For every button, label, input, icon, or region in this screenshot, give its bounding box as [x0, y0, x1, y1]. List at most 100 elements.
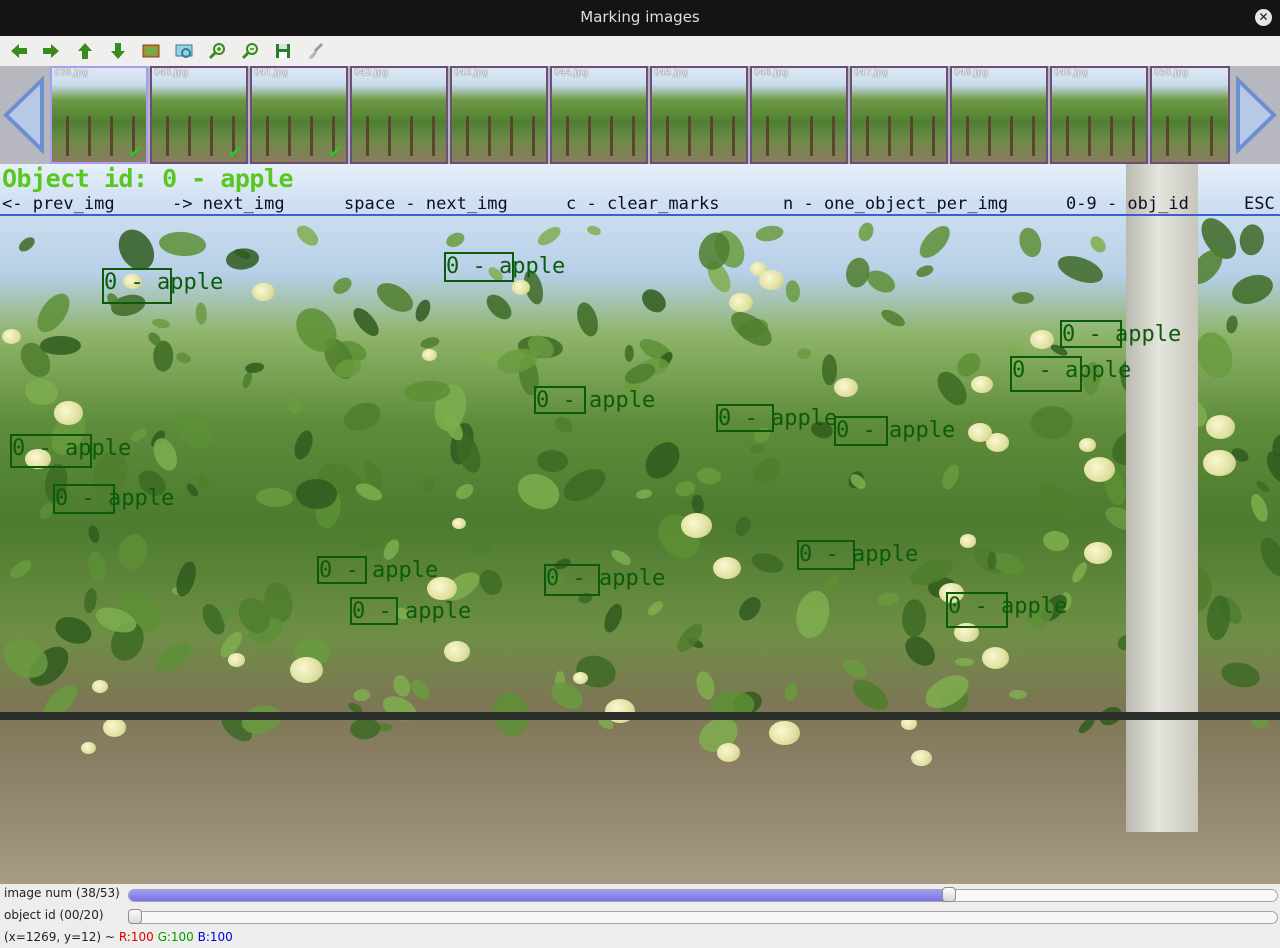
leaf: [412, 297, 433, 324]
apple-fruit: [834, 378, 858, 398]
thumbnail[interactable]: 049.jpg: [1050, 66, 1148, 164]
leaf: [822, 354, 838, 385]
next-thumbnails-arrow-icon[interactable]: [1230, 66, 1280, 164]
annotation-label: 0 - apple: [104, 270, 224, 295]
hint-obj-id: 0-9 - obj_id: [1066, 194, 1189, 214]
thumbnail[interactable]: 043.jpg: [450, 66, 548, 164]
pixel-green-value: G:100: [157, 930, 194, 944]
status-bar: (x=1269, y=12) ~ R:100 G:100 B:100: [4, 930, 233, 944]
prev-thumbnails-arrow-icon[interactable]: [0, 66, 50, 164]
thumbnail-filename: 046.jpg: [754, 68, 789, 78]
thumbnail-tree: [188, 116, 191, 156]
leaf: [878, 307, 907, 331]
brush-icon[interactable]: [305, 40, 327, 62]
forward-arrow-icon[interactable]: [40, 40, 62, 62]
leaf: [151, 317, 171, 330]
save-icon[interactable]: [272, 40, 294, 62]
leaf: [557, 462, 611, 508]
apple-fruit: [1, 328, 22, 345]
leaf: [464, 522, 495, 559]
leaf: [637, 284, 671, 317]
image-num-handle[interactable]: [942, 887, 957, 902]
thumbnail-tree: [432, 116, 435, 156]
leaf: [820, 573, 842, 594]
leaf: [639, 435, 687, 485]
pixel-red-value: R:100: [118, 930, 154, 944]
thumbnail-tree: [988, 116, 991, 156]
apple-fruit: [289, 656, 323, 684]
thumbnail[interactable]: 050.jpg: [1150, 66, 1230, 164]
hint-esc: ESC: [1244, 194, 1275, 214]
thumbnail[interactable]: 041.jpg ✔: [250, 66, 348, 164]
apple-fruit: [451, 517, 467, 530]
thumbnail-tree: [1066, 116, 1069, 156]
thumbnail-tree: [288, 116, 291, 156]
leaf: [1228, 270, 1277, 310]
leaf: [534, 223, 564, 249]
leaf: [443, 229, 467, 250]
image-num-slider[interactable]: [128, 889, 1278, 902]
thumbnail-tree: [466, 116, 469, 156]
leaf: [150, 636, 197, 678]
apple-fruit: [227, 653, 245, 667]
leaf: [255, 486, 294, 508]
leaf: [536, 448, 569, 473]
apple-fruit: [443, 641, 470, 662]
thumbnail[interactable]: 047.jpg: [850, 66, 948, 164]
thumbnail[interactable]: 045.jpg: [650, 66, 748, 164]
annotation-label: 0 - apple: [536, 388, 656, 413]
fit-window-icon[interactable]: [173, 40, 195, 62]
thumbnail[interactable]: 040.jpg ✔: [150, 66, 248, 164]
leaf: [1041, 529, 1070, 554]
up-arrow-icon[interactable]: [74, 40, 96, 62]
zoom-in-icon[interactable]: [206, 40, 228, 62]
concrete-post: [1126, 164, 1198, 832]
thumbnail[interactable]: 044.jpg: [550, 66, 648, 164]
thumbnail[interactable]: 046.jpg: [750, 66, 848, 164]
leaf: [22, 375, 61, 408]
annotation-label: 0 - apple: [948, 594, 1068, 619]
back-arrow-icon[interactable]: [8, 40, 30, 62]
thumbnail-tree: [1010, 116, 1013, 156]
annotation-label: 0 - apple: [1012, 358, 1132, 383]
annotation-label: 0 - apple: [12, 436, 132, 461]
apple-fruit: [422, 348, 438, 361]
thumbnail-tree: [1166, 116, 1169, 156]
leaf: [572, 300, 602, 340]
thumbnail[interactable]: 042.jpg: [350, 66, 448, 164]
leaf: [329, 274, 355, 298]
thumbnail[interactable]: 038.jpg ✔: [50, 66, 148, 164]
close-icon[interactable]: ✕: [1255, 9, 1272, 26]
thumbnail-tree: [210, 116, 213, 156]
thumbnail-tree: [632, 116, 635, 156]
hint-clear: c - clear_marks: [566, 194, 720, 214]
leaf: [796, 346, 812, 361]
thumbnail-tree: [832, 116, 835, 156]
image-icon[interactable]: [140, 40, 162, 62]
thumbnail[interactable]: 048.jpg: [950, 66, 1048, 164]
leaf: [645, 598, 666, 619]
thumbnail-tree: [66, 116, 69, 156]
down-arrow-icon[interactable]: [107, 40, 129, 62]
thumbnail-tree: [732, 116, 735, 156]
thumbnail-filename: 049.jpg: [1054, 68, 1089, 78]
leaf: [240, 370, 254, 390]
leaf: [474, 348, 500, 369]
leaf: [635, 488, 653, 501]
leaf: [856, 221, 876, 244]
toolbar: [0, 36, 1280, 66]
thumbnail-filename: 038.jpg: [54, 68, 89, 78]
leaf: [452, 480, 476, 503]
leaf: [158, 229, 208, 258]
object-id-slider[interactable]: [128, 911, 1278, 924]
apple-fruit: [981, 647, 1010, 670]
leaf: [1255, 533, 1280, 579]
leaf: [839, 656, 870, 682]
zoom-out-icon[interactable]: [239, 40, 261, 62]
annotation-label: 0 - apple: [799, 542, 919, 567]
image-canvas[interactable]: Object id: 0 - apple <- prev_img -> next…: [0, 164, 1280, 884]
object-id-handle[interactable]: [128, 909, 142, 924]
leaf: [420, 474, 437, 495]
thumbnail-tree: [1032, 116, 1035, 156]
leaf: [407, 675, 434, 703]
